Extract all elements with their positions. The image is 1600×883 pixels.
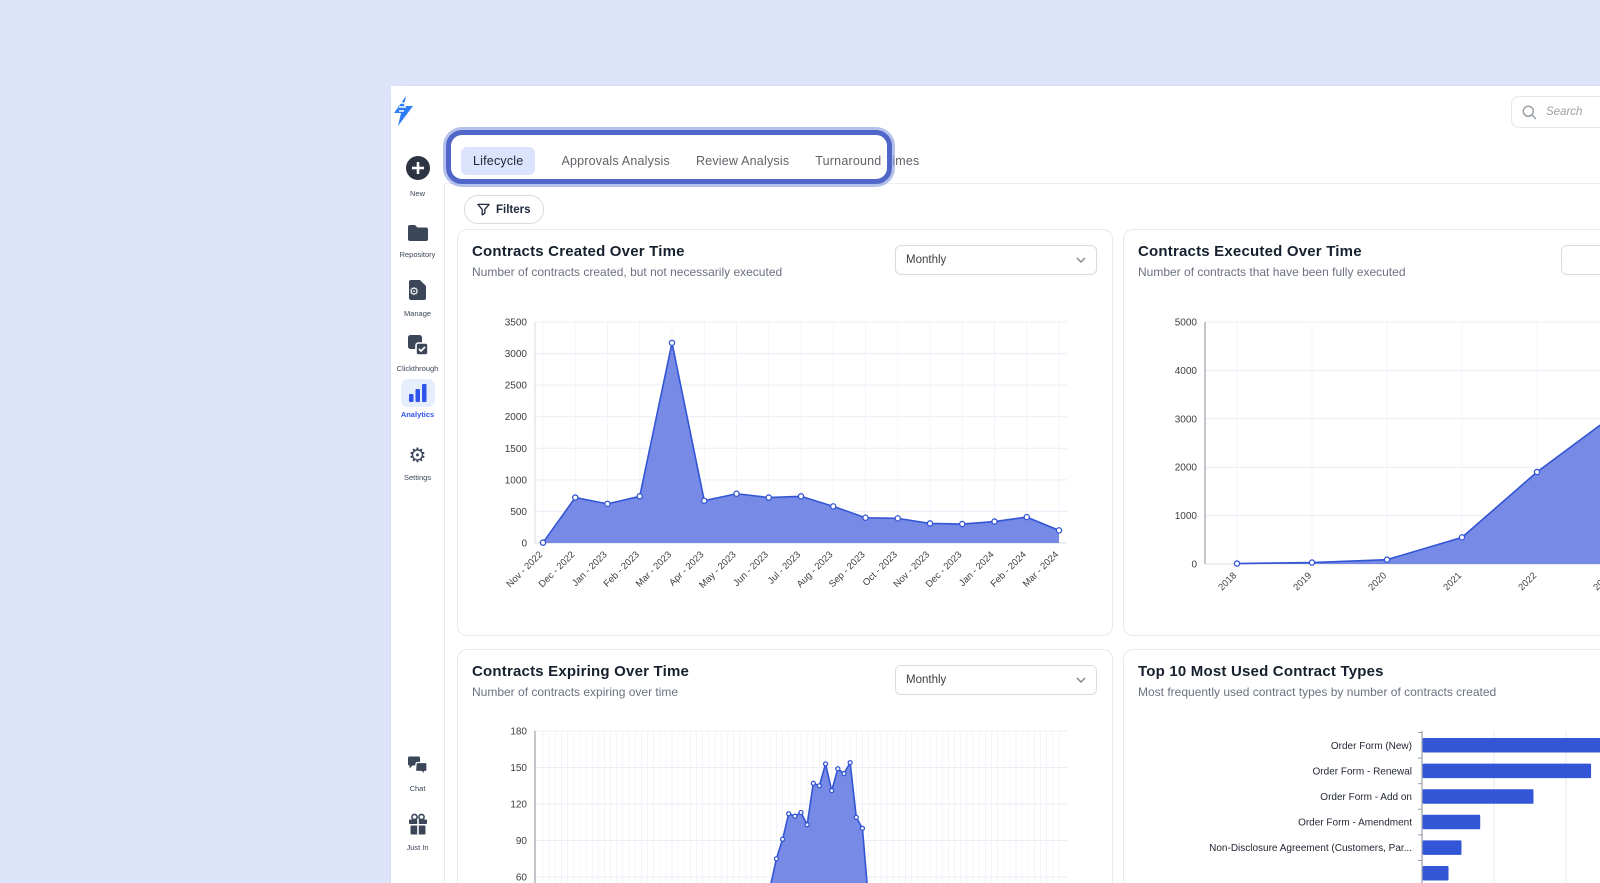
svg-text:Order Form (New): Order Form (New) xyxy=(1331,741,1412,752)
sidebar-item-analytics[interactable]: Analytics xyxy=(391,379,444,419)
tab-review-analysis[interactable]: Review Analysis xyxy=(696,147,789,175)
bar-chart-icon xyxy=(408,384,428,402)
svg-text:150: 150 xyxy=(510,763,527,774)
svg-text:2000: 2000 xyxy=(505,412,528,423)
app-logo[interactable] xyxy=(391,96,444,126)
svg-text:2021: 2021 xyxy=(1441,570,1464,593)
card-subtitle: Number of contracts expiring over time xyxy=(472,685,678,699)
svg-text:2018: 2018 xyxy=(1216,570,1239,593)
sidebar-item-settings[interactable]: ⚙ Settings xyxy=(391,442,444,482)
svg-text:500: 500 xyxy=(510,507,527,518)
period-select-value: Monthly xyxy=(906,674,946,686)
plus-circle-icon xyxy=(405,155,431,181)
svg-text:2019: 2019 xyxy=(1291,570,1314,593)
funnel-icon xyxy=(477,203,490,216)
sidebar-item-label: Repository xyxy=(391,250,444,259)
card-title: Contracts Created Over Time xyxy=(472,243,685,260)
chevron-down-icon xyxy=(1076,257,1086,263)
search-box[interactable] xyxy=(1511,96,1600,128)
document-gear-icon: ⚙ xyxy=(408,279,428,301)
folder-icon xyxy=(407,224,429,242)
sidebar-item-label: Chat xyxy=(391,784,444,793)
chat-bubbles-icon xyxy=(407,756,429,776)
sidebar-item-label: Manage xyxy=(391,309,444,318)
card-contracts-expiring: Contracts Expiring Over Time Number of c… xyxy=(457,649,1113,883)
card-top-contract-types: Top 10 Most Used Contract Types Most fre… xyxy=(1123,649,1600,883)
sidebar-item-label: Clickthrough xyxy=(391,364,444,373)
top-bar xyxy=(444,86,1600,139)
bar-chart-top-contract-types: Order Form (New) Order Form - Renewal Orde… xyxy=(1138,725,1600,883)
svg-text:120: 120 xyxy=(510,800,527,811)
svg-text:Order Form - Renewal: Order Form - Renewal xyxy=(1313,766,1412,777)
svg-text:60: 60 xyxy=(516,873,528,883)
svg-text:1000: 1000 xyxy=(1175,511,1198,522)
card-title: Contracts Expiring Over Time xyxy=(472,663,689,680)
page-background: New Repository ⚙ Manage xyxy=(0,0,1600,883)
svg-text:Order Form - Amendment: Order Form - Amendment xyxy=(1298,818,1412,829)
sidebar-item-new[interactable]: New xyxy=(391,154,444,198)
sidebar-item-manage[interactable]: ⚙ Manage xyxy=(391,276,444,318)
sidebar: New Repository ⚙ Manage xyxy=(391,86,445,883)
sidebar-item-label: New xyxy=(391,189,444,198)
svg-text:3000: 3000 xyxy=(1175,414,1198,425)
svg-text:90: 90 xyxy=(516,836,528,847)
card-title: Top 10 Most Used Contract Types xyxy=(1138,663,1384,680)
sidebar-item-repository[interactable]: Repository xyxy=(391,219,444,259)
svg-text:3000: 3000 xyxy=(505,349,528,360)
card-contracts-executed: Contracts Executed Over Time Number of c… xyxy=(1123,229,1600,636)
svg-text:Jun - 2023: Jun - 2023 xyxy=(731,549,771,589)
svg-text:3500: 3500 xyxy=(505,318,528,329)
card-contracts-created: Contracts Created Over Time Number of co… xyxy=(457,229,1113,636)
svg-text:2000: 2000 xyxy=(1175,463,1198,474)
svg-text:⚙: ⚙ xyxy=(409,286,419,298)
svg-text:2500: 2500 xyxy=(505,381,528,392)
sidebar-item-label: Settings xyxy=(391,473,444,482)
card-subtitle: Number of contracts that have been fully… xyxy=(1138,265,1406,279)
card-title: Contracts Executed Over Time xyxy=(1138,243,1362,260)
sidebar-item-just-in[interactable]: Just In xyxy=(391,810,444,852)
sidebar-item-label: Analytics xyxy=(391,410,444,419)
tab-turnaround-times[interactable]: Turnaround Times xyxy=(815,147,919,175)
sidebar-item-clickthrough[interactable]: Clickthrough xyxy=(391,331,444,373)
svg-text:1000: 1000 xyxy=(505,475,528,486)
tab-lifecycle[interactable]: Lifecycle xyxy=(461,147,535,175)
gift-icon xyxy=(407,813,429,835)
chevron-down-icon xyxy=(1076,677,1086,683)
search-icon xyxy=(1522,105,1537,120)
svg-text:0: 0 xyxy=(1191,560,1197,571)
svg-text:0: 0 xyxy=(521,539,527,550)
tab-approvals-analysis[interactable]: Approvals Analysis xyxy=(561,147,670,175)
svg-text:2020: 2020 xyxy=(1366,570,1389,593)
filters-button[interactable]: Filters xyxy=(464,195,544,224)
card-subtitle: Number of contracts created, but not nec… xyxy=(472,265,782,279)
period-select[interactable]: Monthly xyxy=(895,665,1097,695)
app-window: New Repository ⚙ Manage xyxy=(390,85,1600,883)
svg-text:2022: 2022 xyxy=(1516,570,1539,593)
svg-text:4000: 4000 xyxy=(1175,366,1198,377)
filters-label: Filters xyxy=(496,204,531,216)
svg-text:5000: 5000 xyxy=(1175,318,1198,329)
card-subtitle: Most frequently used contract types by n… xyxy=(1138,685,1496,699)
tab-bar: Lifecycle Approvals Analysis Review Anal… xyxy=(444,138,1600,184)
svg-text:Non-Disclosure Agreement (Cust: Non-Disclosure Agreement (Customers, Par… xyxy=(1209,843,1412,854)
period-select[interactable] xyxy=(1561,245,1600,275)
period-select[interactable]: Monthly xyxy=(895,245,1097,275)
area-chart-contracts-expiring: 0306090120150180 xyxy=(472,722,1098,883)
svg-text:2023: 2023 xyxy=(1591,570,1600,593)
period-select-value: Monthly xyxy=(906,254,946,266)
svg-text:1500: 1500 xyxy=(505,444,528,455)
sidebar-item-label: Just In xyxy=(391,843,444,852)
area-chart-contracts-executed: 0 1000 2000 3000 4000 5000 2018 2019 2020 2021 202… xyxy=(1138,305,1600,623)
svg-text:Order Form - Add on: Order Form - Add on xyxy=(1320,792,1412,803)
search-input[interactable] xyxy=(1544,105,1600,119)
area-chart-contracts-created: 0500100015002000250030003500Nov - 2022De… xyxy=(472,305,1098,623)
svg-text:180: 180 xyxy=(510,727,527,738)
stacked-check-icon xyxy=(407,334,429,356)
lightning-bolt-icon xyxy=(391,96,417,126)
gear-icon: ⚙ xyxy=(401,442,435,470)
sidebar-item-chat[interactable]: Chat xyxy=(391,752,444,793)
